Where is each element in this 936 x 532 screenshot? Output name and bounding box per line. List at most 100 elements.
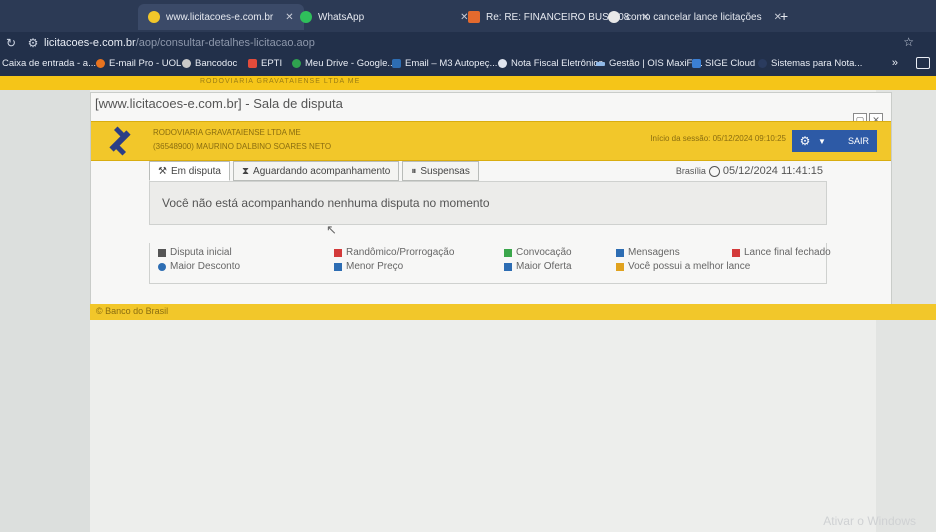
address-bar: ↻ ⚙ licitacoes-e.com.br/aop/consultar-de…: [0, 32, 936, 54]
bookmark-label: Sistemas para Nota...: [771, 58, 863, 69]
bookmark-icon: [692, 59, 701, 68]
bookmark-label: E-mail Pro - UOL: [109, 58, 182, 69]
url-host: licitacoes-e.com.br: [44, 37, 136, 49]
dispute-content: Você não está acompanhando nenhuma dispu…: [149, 181, 827, 225]
tab-label: Aguardando acompanhamento: [253, 165, 391, 177]
clock: Brasília 05/12/2024 11:41:15: [676, 165, 823, 177]
legend-item: Lance final fechado: [732, 247, 831, 258]
dialog-title: [www.licitacoes-e.com.br] - Sala de disp…: [95, 96, 343, 111]
tab-whatsapp[interactable]: WhatsApp ✕: [300, 4, 469, 30]
legend-label: Maior Oferta: [516, 261, 572, 272]
bookmark-label: Caixa de entrada - a...: [2, 58, 96, 69]
folder-icon[interactable]: [916, 57, 930, 69]
dispute-dialog: [www.licitacoes-e.com.br] - Sala de disp…: [90, 92, 892, 306]
bookmark-icon: [182, 59, 191, 68]
tab-aguardando[interactable]: ⧗ Aguardando acompanhamento: [233, 161, 400, 181]
new-tab-icon[interactable]: +: [780, 8, 788, 24]
mouse-cursor-icon: ↖: [326, 222, 337, 237]
bookmark-icon: [248, 59, 257, 68]
footer-band: © Banco do Brasil: [90, 304, 936, 320]
site-info-icon[interactable]: ⚙: [22, 36, 44, 50]
email-icon: [392, 59, 401, 68]
star-icon[interactable]: ☆: [903, 35, 914, 49]
banco-do-brasil-logo-icon: [109, 126, 131, 156]
legend-item: Randômico/Prorrogação: [334, 247, 454, 258]
footer-copyright: © Banco do Brasil: [96, 306, 169, 316]
url-field[interactable]: licitacoes-e.com.br/aop/consultar-detalh…: [44, 37, 315, 49]
google-icon: [608, 11, 620, 23]
bookmark-item[interactable]: EPTI: [248, 58, 282, 69]
bookmark-label: Gestão | OIS MaxiFr...: [609, 58, 703, 69]
legend-swatch: [504, 248, 512, 257]
legend-label: Menor Preço: [346, 261, 404, 272]
user-name: (36548900) MAURINO DALBINO SOARES NETO: [153, 142, 332, 151]
logout-button[interactable]: SAIR: [832, 136, 877, 146]
bookmark-item[interactable]: Meu Drive - Google...: [292, 58, 395, 69]
clock-icon: [708, 165, 720, 177]
bb-favicon-icon: [148, 11, 160, 23]
bookmark-item[interactable]: Sistemas para Nota...: [758, 58, 862, 69]
bookmark-item[interactable]: SIGE Cloud: [692, 58, 755, 69]
bookmark-item[interactable]: E-mail Pro - UOL: [96, 58, 181, 69]
legend-swatch: [616, 262, 624, 271]
top-strip: RODOVIARIA GRAVATAIENSE LTDA ME: [0, 76, 936, 90]
bookmark-icon: [498, 59, 507, 68]
bookmark-label: Bancodoc: [195, 58, 238, 69]
bookmark-item[interactable]: Caixa de entrada - a...: [2, 58, 96, 69]
legend-label: Lance final fechado: [744, 247, 831, 258]
gavel-icon: ⚒: [158, 165, 167, 177]
legend-label: Randômico/Prorrogação: [346, 247, 455, 258]
bookmark-item[interactable]: Nota Fiscal Eletrônica: [498, 58, 603, 69]
chevron-down-icon[interactable]: ▼: [818, 137, 832, 146]
tab-em-disputa[interactable]: ⚒ Em disputa: [149, 161, 230, 181]
legend: Disputa inicial Maior Desconto Randômico…: [149, 243, 831, 284]
legend-item: Maior Desconto: [158, 261, 240, 272]
legend-label: Mensagens: [628, 247, 680, 258]
tab-suspensas[interactable]: ⏸ Suspensas: [402, 161, 479, 181]
pause-icon: ⏸: [411, 165, 417, 177]
mail-icon: [468, 11, 480, 23]
company-name: RODOVIARIA GRAVATAIENSE LTDA ME: [153, 128, 301, 137]
legend-item: Maior Oferta: [504, 261, 572, 272]
clock-city: Brasília: [675, 166, 706, 176]
bookmark-label: Email – M3 Autopeç...: [405, 58, 498, 69]
legend-swatch: [616, 248, 624, 257]
legend-item: Mensagens: [616, 247, 680, 258]
gear-icon[interactable]: ⚙: [792, 134, 818, 148]
user-menu-bar: ⚙ ▼ SAIR: [792, 130, 877, 152]
legend-swatch: [158, 248, 166, 257]
bookmark-item[interactable]: Gestão | OIS MaxiFr...: [596, 58, 703, 69]
bookmark-item[interactable]: Email – M3 Autopeç...: [392, 58, 497, 69]
legend-swatch: [158, 262, 166, 271]
page-shade-left: [0, 90, 90, 532]
windows-activation-watermark: Ativar o Windows: [823, 514, 916, 528]
reload-icon[interactable]: ↻: [0, 36, 22, 50]
header-band: RODOVIARIA GRAVATAIENSE LTDA ME (3654890…: [91, 121, 891, 161]
legend-item: Disputa inicial: [158, 247, 232, 258]
tab-label: WhatsApp: [318, 11, 365, 23]
bookmarks-bar: Caixa de entrada - a... E-mail Pro - UOL…: [0, 54, 936, 76]
bookmark-icon: [596, 61, 605, 66]
close-icon[interactable]: ✕: [285, 12, 293, 23]
whatsapp-icon: [300, 11, 312, 23]
bookmark-item[interactable]: Bancodoc: [182, 58, 237, 69]
legend-item: Convocação: [504, 247, 572, 258]
drive-icon: [292, 59, 301, 68]
tab-licitacoes[interactable]: www.licitacoes-e.com.br ✕: [138, 4, 304, 30]
legend-swatch: [334, 262, 342, 271]
tab-search[interactable]: como cancelar lance licitações ✕: [608, 4, 782, 30]
top-strip-text: RODOVIARIA GRAVATAIENSE LTDA ME: [200, 78, 361, 85]
tab-label: Em disputa: [170, 165, 221, 177]
tab-label: www.licitacoes-e.com.br: [166, 11, 274, 23]
legend-item: Menor Preço: [334, 261, 403, 272]
session-start: Início da sessão: 05/12/2024 09:10:25: [650, 134, 786, 143]
legend-swatch: [504, 262, 512, 271]
bookmark-icon: [758, 59, 767, 68]
bookmark-label: SIGE Cloud: [705, 58, 756, 69]
uol-icon: [96, 59, 105, 68]
hourglass-icon: ⧗: [242, 165, 250, 177]
browser-tab-bar: www.licitacoes-e.com.br ✕ WhatsApp ✕ Re:…: [0, 0, 936, 32]
tab-label: como cancelar lance licitações: [626, 11, 762, 23]
clock-time: 05/12/2024 11:41:15: [722, 165, 823, 177]
more-bookmarks-icon[interactable]: »: [892, 57, 898, 69]
